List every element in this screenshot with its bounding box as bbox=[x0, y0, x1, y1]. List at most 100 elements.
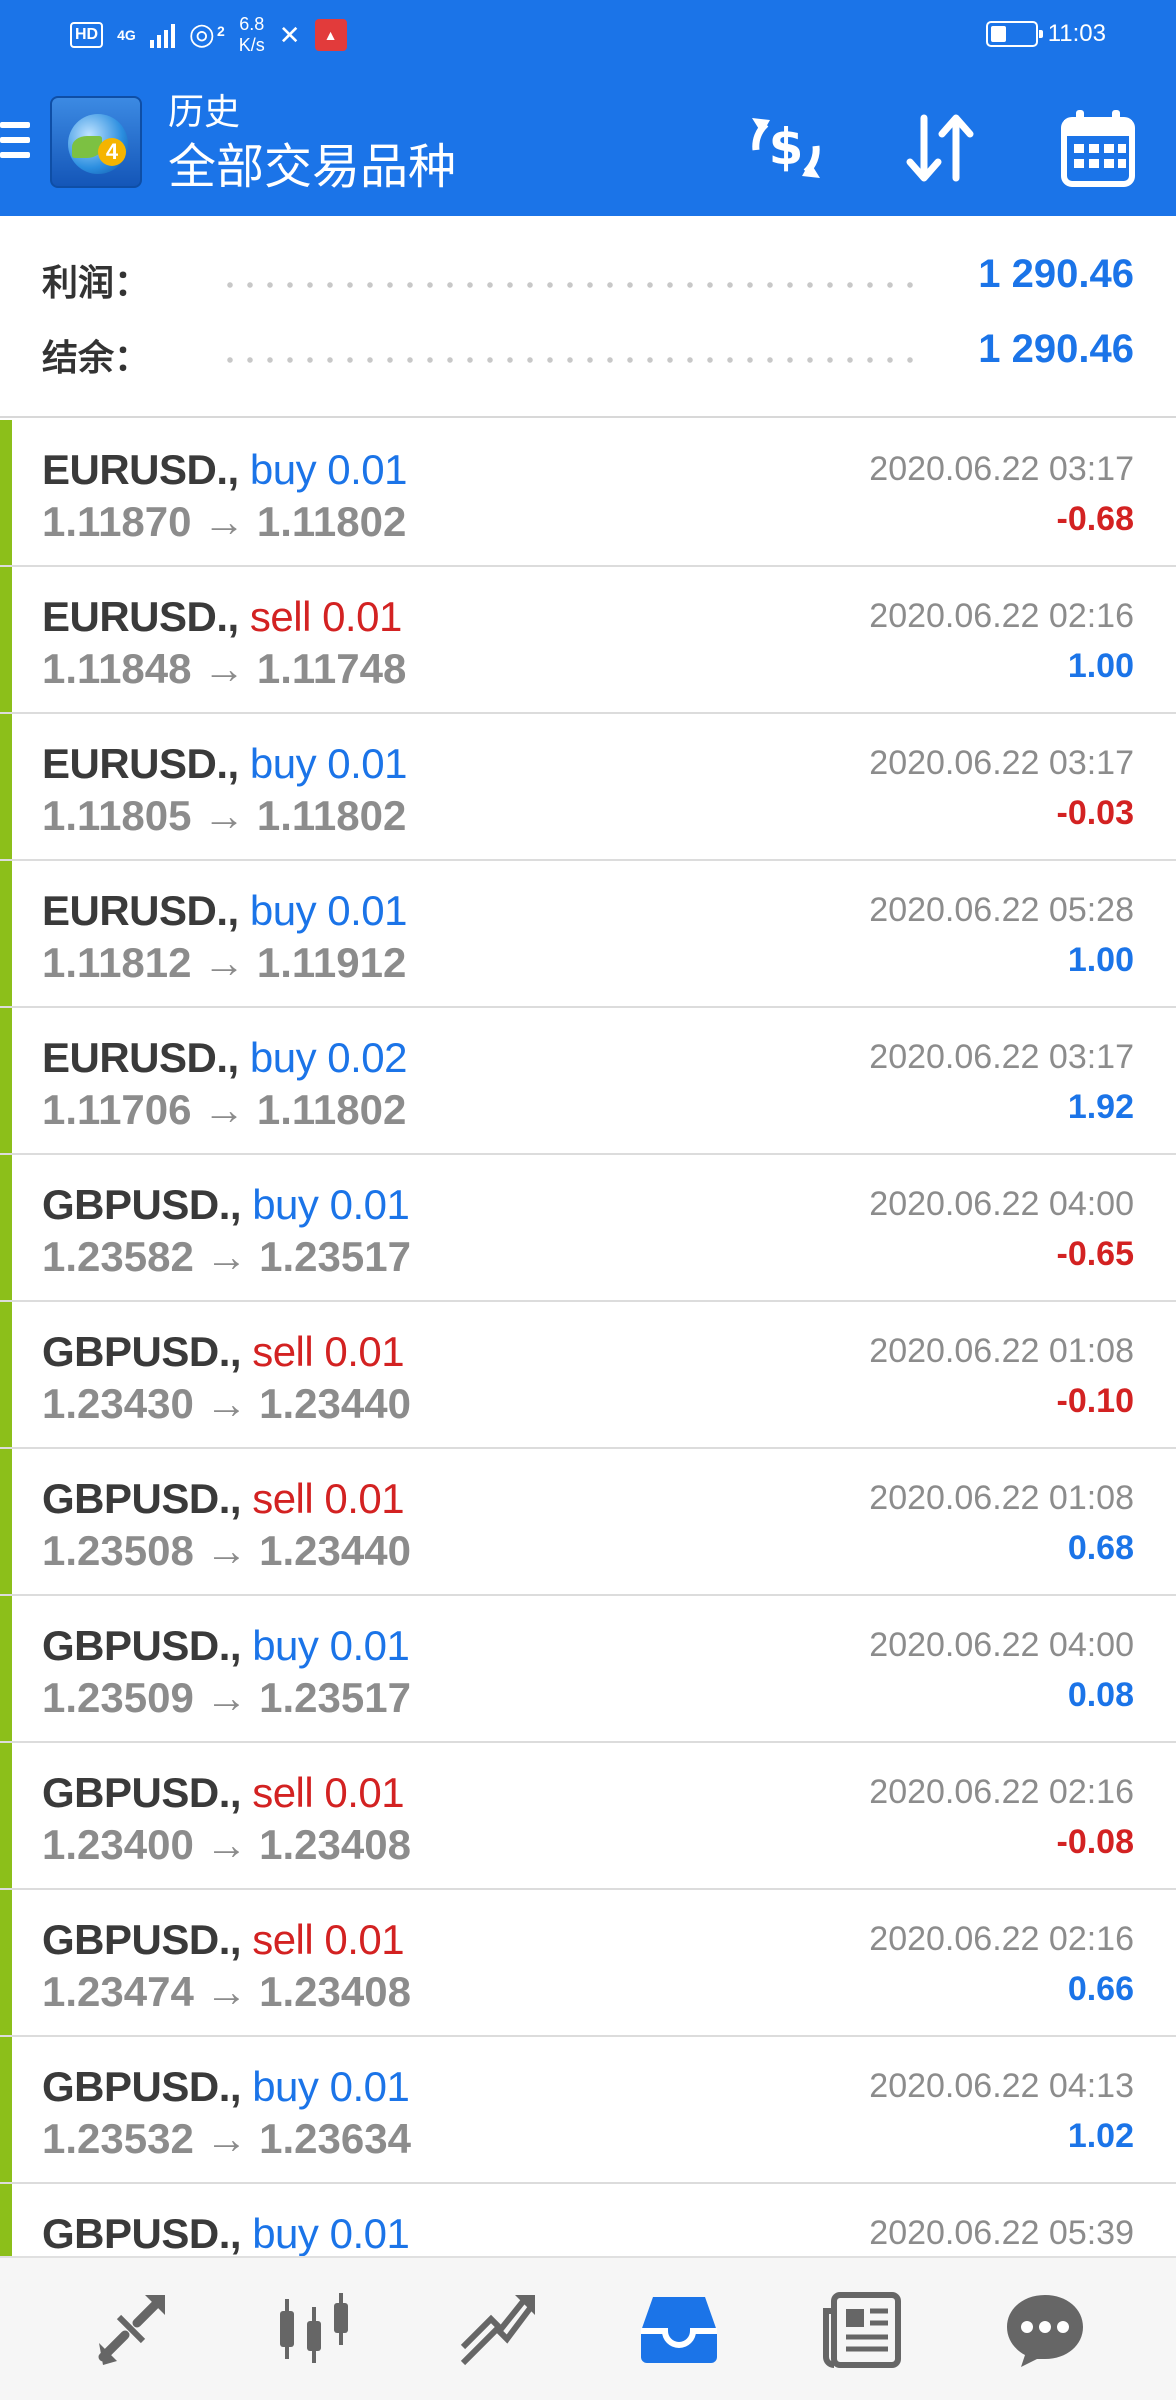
trade-profit: 1.00 bbox=[1067, 941, 1134, 979]
balance-value: 1 290.46 bbox=[978, 327, 1134, 371]
trade-time: 2020.06.22 04:13 bbox=[869, 2067, 1134, 2105]
trade-prices: 1.23532 → 1.23634 bbox=[42, 2115, 411, 2162]
trade-time: 2020.06.22 01:08 bbox=[869, 1332, 1134, 1370]
trade-row[interactable]: GBPUSD., sell 0.01 1.23508 → 1.23440 2020.… bbox=[0, 1449, 1176, 1596]
notification-icon: ✕ bbox=[278, 19, 301, 50]
trade-type: buy 0.01 bbox=[252, 2063, 410, 2110]
trade-time: 2020.06.22 03:17 bbox=[869, 744, 1134, 782]
menu-icon[interactable] bbox=[0, 122, 30, 164]
trade-title: GBPUSD., buy 0.01 bbox=[42, 2208, 410, 2256]
trade-row[interactable]: EURUSD., buy 0.01 1.11805 → 1.11802 2020.0… bbox=[0, 714, 1176, 861]
profit-value: 1 290.46 bbox=[978, 252, 1134, 296]
row-marker bbox=[0, 714, 12, 859]
trade-prices: 1.11870 → 1.11802 bbox=[42, 498, 407, 545]
trade-type: buy 0.01 bbox=[252, 1622, 410, 1669]
app-header: 4 历史 全部交易品种 $ bbox=[0, 76, 1176, 216]
trade-row[interactable]: EURUSD., sell 0.01 1.11848 → 1.11748 2020.… bbox=[0, 567, 1176, 714]
trade-type: sell 0.01 bbox=[252, 1328, 405, 1375]
row-marker bbox=[0, 1008, 12, 1153]
trade-profit: -0.10 bbox=[1056, 1382, 1135, 1420]
row-marker bbox=[0, 1890, 12, 2035]
trade-title: EURUSD., buy 0.02 bbox=[42, 1032, 408, 1084]
battery-icon bbox=[985, 21, 1043, 47]
app-notification-icon: ▲ bbox=[314, 19, 347, 51]
trade-type: sell 0.01 bbox=[252, 1916, 405, 1963]
trade-prices: 1.11805 → 1.11802 bbox=[42, 792, 407, 839]
trade-time: 2020.06.22 02:16 bbox=[869, 1920, 1134, 1958]
trade-row[interactable]: GBPUSD., sell 0.01 1.23474 → 1.23408 2020.… bbox=[0, 1890, 1176, 2037]
trade-row[interactable]: GBPUSD., buy 0.01 1.23582 → 1.23517 2020.0… bbox=[0, 1155, 1176, 1302]
row-marker bbox=[0, 2037, 12, 2182]
trade-symbol: GBPUSD., bbox=[42, 1475, 242, 1522]
sort-icon[interactable] bbox=[896, 104, 984, 192]
speed-unit: K/s bbox=[238, 35, 265, 55]
trade-prices: 1.11812 → 1.11912 bbox=[42, 939, 407, 986]
network-type: 4G bbox=[117, 27, 136, 43]
status-indicators: HD 4G ◎ 2 6.8 K/s ✕ ▲ bbox=[70, 14, 347, 56]
status-right: 11:03 bbox=[985, 20, 1106, 48]
trade-title: EURUSD., sell 0.01 bbox=[42, 591, 402, 643]
row-marker bbox=[0, 2184, 12, 2256]
trade-history-list[interactable]: EURUSD., buy 0.01 1.11870 → 1.11802 2020.0… bbox=[0, 420, 1176, 2256]
trade-time: 2020.06.22 03:17 bbox=[869, 1038, 1134, 1076]
trade-profit: 0.68 bbox=[1067, 1529, 1134, 1567]
trade-type: buy 0.01 bbox=[249, 887, 408, 934]
trade-row[interactable]: GBPUSD., buy 0.01 1.23532 → 1.23634 2020.0… bbox=[0, 2037, 1176, 2184]
svg-text:$: $ bbox=[769, 118, 804, 176]
hd-indicator: HD bbox=[70, 22, 104, 48]
trade-profit: -0.65 bbox=[1056, 1235, 1135, 1273]
trade-row[interactable]: GBPUSD., sell 0.01 1.23430 → 1.23440 2020.… bbox=[0, 1302, 1176, 1449]
trade-profit: -0.03 bbox=[1056, 794, 1135, 832]
trade-title: EURUSD., buy 0.01 bbox=[42, 444, 408, 496]
trade-time: 2020.06.22 03:17 bbox=[869, 450, 1134, 488]
chart-icon[interactable] bbox=[259, 2274, 369, 2384]
currency-exchange-icon[interactable]: $ bbox=[742, 104, 830, 192]
profit-row: 利润： 1 290.46 bbox=[0, 244, 1176, 304]
trade-symbol: EURUSD., bbox=[42, 593, 239, 640]
trade-title: EURUSD., buy 0.01 bbox=[42, 738, 408, 790]
trade-row[interactable]: GBPUSD., buy 0.01 2020.06.22 05:39 bbox=[0, 2184, 1176, 2256]
trade-time: 2020.06.22 05:39 bbox=[869, 2214, 1134, 2252]
trade-time: 2020.06.22 04:00 bbox=[869, 1626, 1134, 1664]
row-marker bbox=[0, 1449, 12, 1594]
row-marker bbox=[0, 1743, 12, 1888]
balance-label: 结余： bbox=[42, 337, 151, 378]
trade-prices: 1.23430 → 1.23440 bbox=[42, 1380, 411, 1427]
trade-icon[interactable] bbox=[442, 2274, 552, 2384]
trade-prices: 1.11848 → 1.11748 bbox=[42, 645, 407, 692]
chat-icon[interactable] bbox=[990, 2274, 1100, 2384]
trade-title: GBPUSD., sell 0.01 bbox=[42, 1767, 405, 1819]
trade-symbol: GBPUSD., bbox=[42, 2210, 242, 2256]
trade-type: buy 0.01 bbox=[249, 740, 408, 787]
trade-type: buy 0.02 bbox=[249, 1034, 408, 1081]
row-marker bbox=[0, 1155, 12, 1300]
trade-symbol: GBPUSD., bbox=[42, 1181, 242, 1228]
calendar-icon[interactable] bbox=[1054, 104, 1142, 192]
row-marker bbox=[0, 420, 12, 565]
news-icon[interactable] bbox=[807, 2274, 917, 2384]
bottom-nav bbox=[0, 2256, 1176, 2400]
trade-profit: 0.66 bbox=[1067, 1970, 1134, 2008]
row-marker bbox=[0, 861, 12, 1006]
trade-profit: -0.08 bbox=[1056, 1823, 1135, 1861]
trade-symbol: GBPUSD., bbox=[42, 1916, 242, 1963]
trade-prices: 1.23582 → 1.23517 bbox=[42, 1233, 411, 1280]
mt4-logo-icon[interactable]: 4 bbox=[50, 96, 142, 188]
trade-row[interactable]: EURUSD., buy 0.01 1.11812 → 1.11912 2020.0… bbox=[0, 861, 1176, 1008]
trade-row[interactable]: EURUSD., buy 0.01 1.11870 → 1.11802 2020.0… bbox=[0, 420, 1176, 567]
trade-symbol: GBPUSD., bbox=[42, 2063, 242, 2110]
network-speed: 6.8 K/s bbox=[239, 14, 265, 56]
symbol-filter-title[interactable]: 全部交易品种 bbox=[168, 138, 456, 198]
trade-symbol: EURUSD., bbox=[42, 887, 239, 934]
trade-title: GBPUSD., sell 0.01 bbox=[42, 1473, 405, 1525]
trade-title: GBPUSD., sell 0.01 bbox=[42, 1914, 405, 1966]
row-marker bbox=[0, 1302, 12, 1447]
history-icon[interactable] bbox=[624, 2274, 734, 2384]
trade-profit: 1.00 bbox=[1067, 647, 1134, 685]
trade-prices: 1.23508 → 1.23440 bbox=[42, 1527, 411, 1574]
trade-row[interactable]: GBPUSD., sell 0.01 1.23400 → 1.23408 2020.… bbox=[0, 1743, 1176, 1890]
trade-row[interactable]: GBPUSD., buy 0.01 1.23509 → 1.23517 2020.0… bbox=[0, 1596, 1176, 1743]
quotes-icon[interactable] bbox=[76, 2274, 186, 2384]
summary-panel: 利润： 1 290.46 结余： 1 290.46 bbox=[0, 216, 1176, 418]
trade-row[interactable]: EURUSD., buy 0.02 1.11706 → 1.11802 2020.0… bbox=[0, 1008, 1176, 1155]
